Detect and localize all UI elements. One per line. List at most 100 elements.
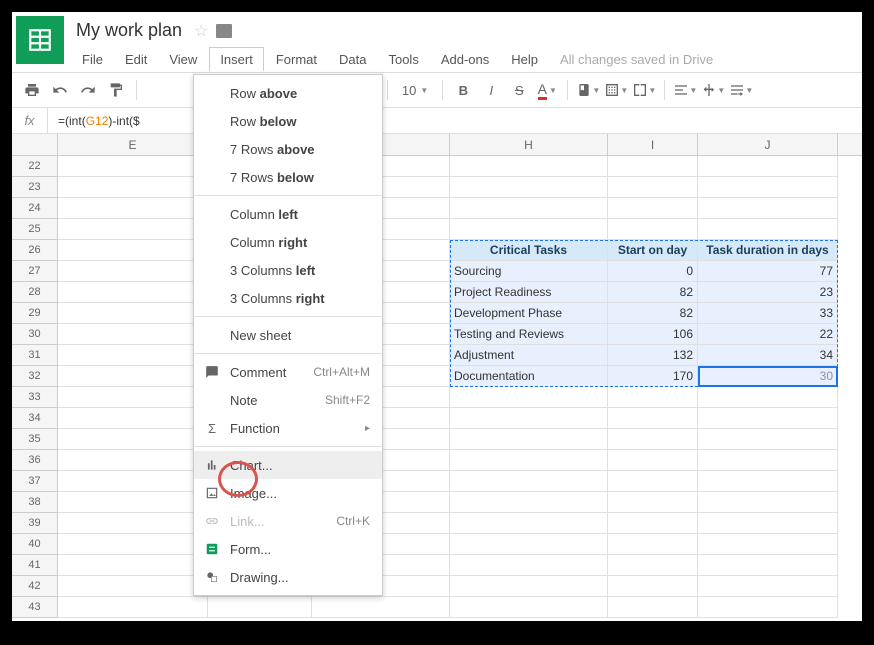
cell[interactable]: Adjustment bbox=[450, 345, 608, 366]
cell[interactable]: 33 bbox=[698, 303, 838, 324]
row-header[interactable]: 33 bbox=[12, 387, 58, 408]
cell[interactable] bbox=[450, 555, 608, 576]
cell[interactable] bbox=[450, 429, 608, 450]
cell[interactable] bbox=[450, 492, 608, 513]
cell[interactable] bbox=[698, 408, 838, 429]
cell[interactable]: Task duration in days bbox=[698, 240, 838, 261]
cell[interactable]: 132 bbox=[608, 345, 698, 366]
cell[interactable] bbox=[608, 513, 698, 534]
menu-edit[interactable]: Edit bbox=[115, 48, 157, 71]
cell[interactable] bbox=[608, 219, 698, 240]
cell[interactable] bbox=[58, 198, 208, 219]
cell[interactable]: 82 bbox=[608, 303, 698, 324]
paint-format-icon[interactable] bbox=[104, 78, 128, 102]
cell[interactable] bbox=[698, 198, 838, 219]
cell[interactable]: 0 bbox=[608, 261, 698, 282]
cell[interactable] bbox=[58, 513, 208, 534]
cell[interactable] bbox=[698, 219, 838, 240]
row-header[interactable]: 28 bbox=[12, 282, 58, 303]
cell[interactable] bbox=[698, 513, 838, 534]
cell[interactable] bbox=[450, 471, 608, 492]
menu-row-below[interactable]: Row below bbox=[194, 107, 382, 135]
cell[interactable] bbox=[450, 387, 608, 408]
menu-new-sheet[interactable]: New sheet bbox=[194, 321, 382, 349]
cell[interactable] bbox=[698, 492, 838, 513]
cell[interactable]: 34 bbox=[698, 345, 838, 366]
cell[interactable] bbox=[698, 387, 838, 408]
cell[interactable] bbox=[608, 450, 698, 471]
cell[interactable] bbox=[608, 408, 698, 429]
menu-file[interactable]: File bbox=[72, 48, 113, 71]
folder-icon[interactable] bbox=[216, 24, 232, 38]
cell[interactable]: Testing and Reviews bbox=[450, 324, 608, 345]
cell[interactable] bbox=[450, 408, 608, 429]
row-header[interactable]: 43 bbox=[12, 597, 58, 618]
bold-button[interactable]: B bbox=[451, 78, 475, 102]
menu-cols-right[interactable]: 3 Columns right bbox=[194, 284, 382, 312]
cell[interactable] bbox=[58, 387, 208, 408]
row-header[interactable]: 35 bbox=[12, 429, 58, 450]
row-header[interactable]: 36 bbox=[12, 450, 58, 471]
cell[interactable] bbox=[58, 534, 208, 555]
cell[interactable]: 23 bbox=[698, 282, 838, 303]
cell[interactable] bbox=[698, 429, 838, 450]
cell[interactable] bbox=[608, 429, 698, 450]
cell[interactable] bbox=[58, 576, 208, 597]
menu-data[interactable]: Data bbox=[329, 48, 376, 71]
cell[interactable] bbox=[58, 471, 208, 492]
cell[interactable] bbox=[58, 177, 208, 198]
cell[interactable] bbox=[608, 597, 698, 618]
align-h-button[interactable]: ▼ bbox=[673, 78, 697, 102]
menu-chart[interactable]: Chart... bbox=[194, 451, 382, 479]
menu-col-right[interactable]: Column right bbox=[194, 228, 382, 256]
row-header[interactable]: 38 bbox=[12, 492, 58, 513]
col-header-J[interactable]: J bbox=[698, 134, 838, 155]
cell[interactable] bbox=[608, 177, 698, 198]
cell[interactable]: 106 bbox=[608, 324, 698, 345]
row-header[interactable]: 34 bbox=[12, 408, 58, 429]
menu-rows-below[interactable]: 7 Rows below bbox=[194, 163, 382, 191]
cell[interactable] bbox=[58, 450, 208, 471]
cell[interactable] bbox=[608, 555, 698, 576]
cell[interactable] bbox=[608, 576, 698, 597]
row-header[interactable]: 27 bbox=[12, 261, 58, 282]
redo-icon[interactable] bbox=[76, 78, 100, 102]
menu-note[interactable]: NoteShift+F2 bbox=[194, 386, 382, 414]
row-header[interactable]: 25 bbox=[12, 219, 58, 240]
cell[interactable] bbox=[450, 534, 608, 555]
cell[interactable] bbox=[450, 177, 608, 198]
cell[interactable] bbox=[608, 471, 698, 492]
menu-image[interactable]: Image... bbox=[194, 479, 382, 507]
cell[interactable] bbox=[208, 597, 312, 618]
row-header[interactable]: 42 bbox=[12, 576, 58, 597]
menu-view[interactable]: View bbox=[159, 48, 207, 71]
cell[interactable] bbox=[698, 597, 838, 618]
cell[interactable] bbox=[450, 576, 608, 597]
cell[interactable]: Documentation bbox=[450, 366, 608, 387]
menu-function[interactable]: Σ Function▸ bbox=[194, 414, 382, 442]
merge-button[interactable]: ▼ bbox=[632, 78, 656, 102]
cell[interactable] bbox=[698, 534, 838, 555]
row-header[interactable]: 31 bbox=[12, 345, 58, 366]
cell[interactable] bbox=[58, 408, 208, 429]
cell[interactable] bbox=[58, 156, 208, 177]
menu-insert[interactable]: Insert bbox=[209, 47, 264, 71]
cell[interactable]: 77 bbox=[698, 261, 838, 282]
text-color-button[interactable]: A▼ bbox=[535, 78, 559, 102]
cell[interactable]: 82 bbox=[608, 282, 698, 303]
cell[interactable] bbox=[608, 198, 698, 219]
cell[interactable] bbox=[698, 471, 838, 492]
row-header[interactable]: 30 bbox=[12, 324, 58, 345]
cell[interactable] bbox=[608, 534, 698, 555]
cell[interactable] bbox=[58, 303, 208, 324]
cell[interactable] bbox=[450, 450, 608, 471]
col-header-E[interactable]: E bbox=[58, 134, 208, 155]
cell[interactable]: 170 bbox=[608, 366, 698, 387]
cell[interactable] bbox=[58, 240, 208, 261]
cell[interactable] bbox=[58, 261, 208, 282]
cell[interactable]: 30 bbox=[698, 366, 838, 387]
document-title[interactable]: My work plan bbox=[72, 18, 186, 43]
cell[interactable] bbox=[58, 219, 208, 240]
cell[interactable] bbox=[608, 387, 698, 408]
borders-button[interactable]: ▼ bbox=[604, 78, 628, 102]
